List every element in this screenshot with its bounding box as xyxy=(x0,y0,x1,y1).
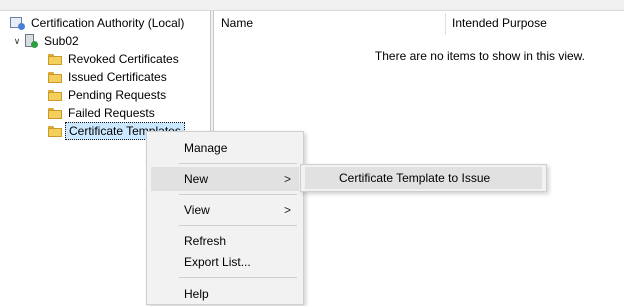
tree-item-label: Failed Requests xyxy=(68,106,155,120)
empty-list-message: There are no items to show in this view. xyxy=(374,49,585,63)
tree-item-label: Pending Requests xyxy=(68,88,167,102)
tree-item-server-label: Sub02 xyxy=(44,34,79,48)
chevron-down-icon[interactable]: ∨ xyxy=(12,32,22,50)
folder-icon xyxy=(48,125,62,137)
menu-item-view-label: View xyxy=(184,203,210,217)
menu-item-manage[interactable]: Manage xyxy=(151,136,299,160)
submenu-arrow-icon: > xyxy=(283,203,291,217)
tree-item-revoked-certificates[interactable]: Revoked Certificates xyxy=(48,50,182,68)
menu-separator xyxy=(179,225,297,226)
menu-item-new-label: New xyxy=(184,172,209,186)
tree-item-label: Issued Certificates xyxy=(68,70,167,84)
top-toolbar-strip xyxy=(0,0,624,11)
folder-icon xyxy=(48,107,62,119)
tree-item-label: Revoked Certificates xyxy=(68,52,179,66)
menu-separator xyxy=(179,194,297,195)
menu-item-export-list[interactable]: Export List... xyxy=(151,250,299,274)
tree-item-issued-certificates[interactable]: Issued Certificates xyxy=(48,68,170,86)
tree-item-root[interactable]: Certification Authority (Local) xyxy=(10,14,187,32)
server-icon xyxy=(24,34,38,48)
certification-authority-icon xyxy=(10,16,25,30)
folder-icon xyxy=(48,71,62,83)
submenu-item-certificate-template-to-issue[interactable]: Certificate Template to Issue xyxy=(305,167,542,189)
tree-item-root-label: Certification Authority (Local) xyxy=(31,16,185,30)
folder-icon xyxy=(48,89,62,101)
menu-item-help[interactable]: Help xyxy=(151,282,299,306)
tree-item-failed-requests[interactable]: Failed Requests xyxy=(48,104,158,122)
submenu-arrow-icon: > xyxy=(283,172,291,186)
context-menu: Manage New > View > Refresh Export List.… xyxy=(146,131,304,305)
menu-separator xyxy=(179,163,297,164)
menu-item-new[interactable]: New > xyxy=(151,167,299,191)
new-submenu: Certificate Template to Issue xyxy=(300,164,547,192)
column-header-intended-purpose[interactable]: Intended Purpose xyxy=(445,11,624,36)
column-header-name[interactable]: Name xyxy=(214,11,445,36)
folder-icon xyxy=(48,53,62,65)
menu-item-view[interactable]: View > xyxy=(151,198,299,222)
tree-item-pending-requests[interactable]: Pending Requests xyxy=(48,86,169,104)
tree-item-server[interactable]: ∨ Sub02 xyxy=(12,32,82,50)
menu-separator xyxy=(179,277,297,278)
